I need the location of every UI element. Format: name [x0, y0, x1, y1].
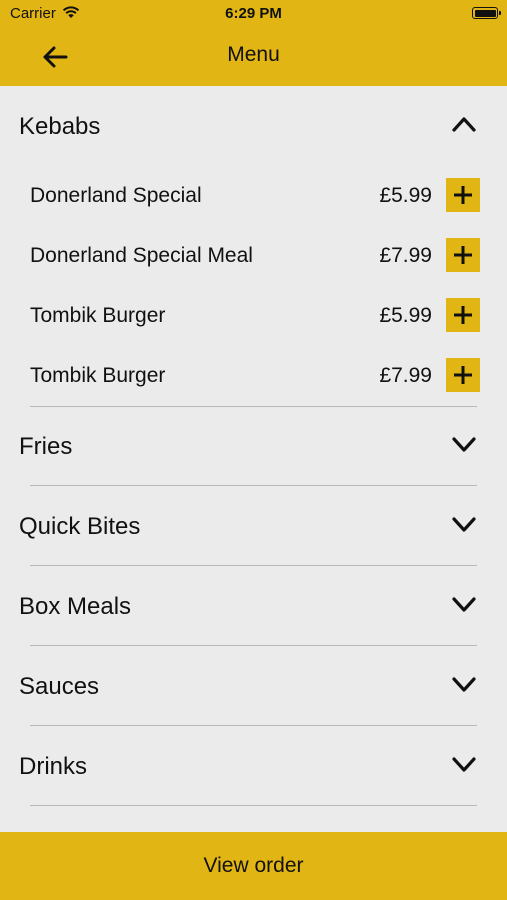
section-sauces[interactable]: Sauces — [0, 646, 507, 726]
section-label: Sauces — [19, 673, 100, 700]
item-price: £7.99 — [379, 364, 432, 387]
battery-icon — [472, 7, 501, 19]
top-bar: Carrier 6:29 PM Menu — [0, 0, 507, 86]
item-name: Tombik Burger — [30, 364, 166, 387]
menu-list: Kebabs Donerland Special £5.99 Donerland… — [0, 86, 507, 806]
chevron-down-icon — [452, 597, 476, 612]
plus-icon — [454, 366, 472, 384]
section-drinks[interactable]: Drinks — [0, 726, 507, 806]
item-name: Tombik Burger — [30, 304, 166, 327]
section-fries[interactable]: Fries — [0, 406, 507, 486]
plus-icon — [454, 186, 472, 204]
item-price: £5.99 — [379, 184, 432, 207]
chevron-down-icon — [452, 757, 476, 772]
menu-item: Tombik Burger £5.99 — [0, 286, 507, 346]
view-order-label: View order — [203, 854, 304, 877]
add-item-button[interactable] — [446, 238, 480, 272]
page-title: Menu — [227, 43, 280, 66]
add-item-button[interactable] — [446, 298, 480, 332]
chevron-down-icon — [452, 677, 476, 692]
item-name: Donerland Special — [30, 184, 202, 207]
section-label: Quick Bites — [19, 513, 141, 540]
divider — [30, 805, 477, 806]
item-price: £7.99 — [379, 244, 432, 267]
section-kebabs[interactable]: Kebabs — [0, 86, 507, 166]
menu-item: Tombik Burger £7.99 — [0, 346, 507, 406]
section-quick-bites[interactable]: Quick Bites — [0, 486, 507, 566]
view-order-button[interactable]: View order — [0, 832, 507, 900]
menu-item: Donerland Special Meal £7.99 — [0, 226, 507, 286]
section-label: Box Meals — [19, 593, 132, 620]
chevron-down-icon — [452, 517, 476, 532]
item-name: Donerland Special Meal — [30, 244, 253, 267]
chevron-up-icon — [452, 117, 476, 132]
plus-icon — [454, 246, 472, 264]
add-item-button[interactable] — [446, 178, 480, 212]
section-label: Drinks — [19, 753, 88, 780]
section-label: Kebabs — [19, 113, 101, 140]
menu-item: Donerland Special £5.99 — [0, 166, 507, 226]
add-item-button[interactable] — [446, 358, 480, 392]
chevron-down-icon — [452, 437, 476, 452]
section-label: Fries — [19, 433, 73, 460]
item-price: £5.99 — [379, 304, 432, 327]
section-box-meals[interactable]: Box Meals — [0, 566, 507, 646]
status-time: 6:29 PM — [225, 5, 282, 22]
plus-icon — [454, 306, 472, 324]
